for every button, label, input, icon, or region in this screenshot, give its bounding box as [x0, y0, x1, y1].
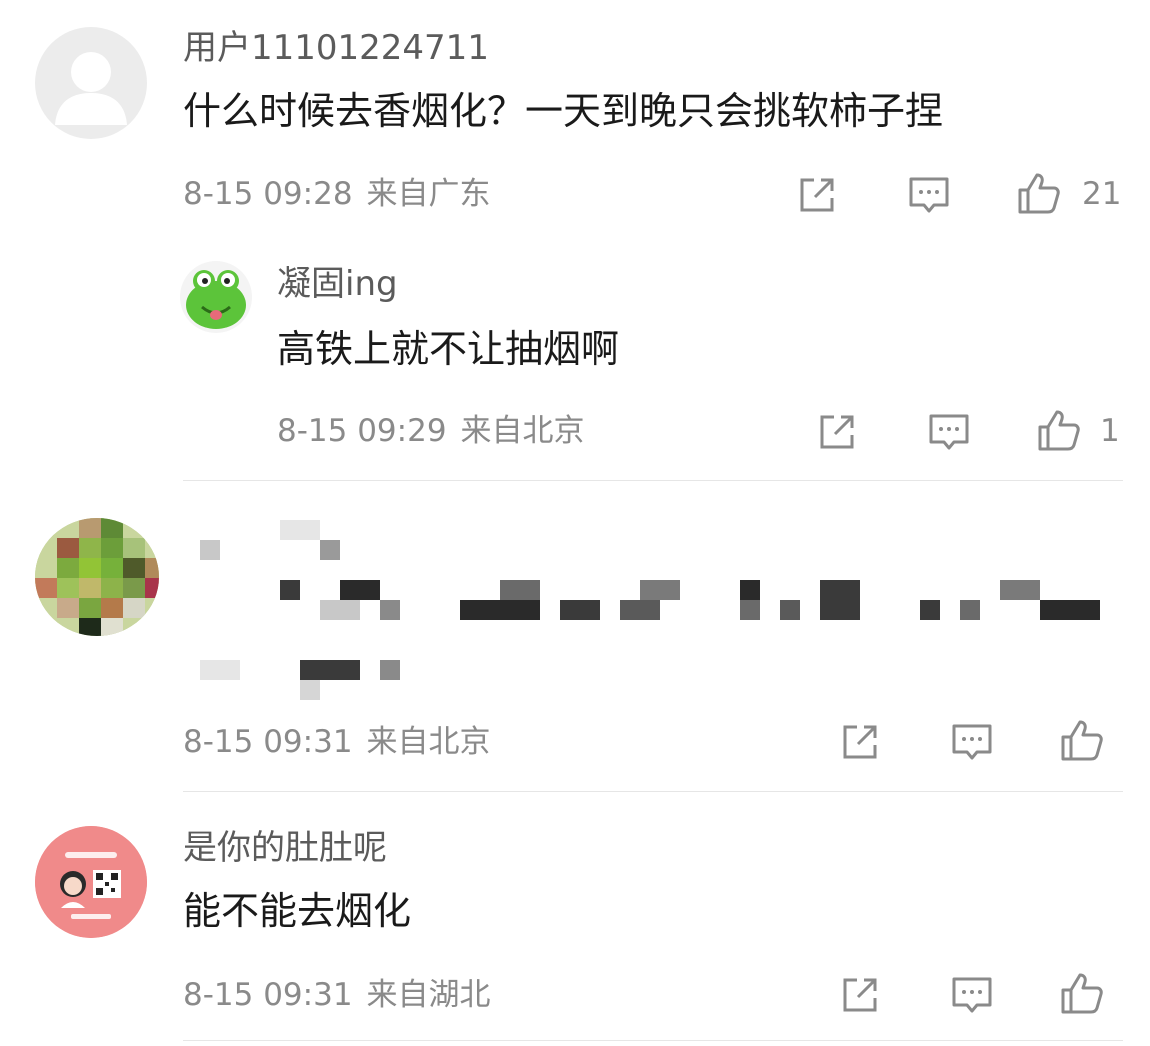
comment-date: 8-15 09:31: [183, 724, 353, 760]
comment-meta: 8-15 09:31 来自湖北: [183, 977, 491, 1013]
divider: [183, 1040, 1123, 1041]
comment-username[interactable]: 凝固ing: [277, 264, 398, 304]
comment-date: 8-15 09:31: [183, 977, 353, 1013]
comment-location: 来自北京: [460, 413, 585, 449]
avatar-default[interactable]: [35, 27, 147, 139]
like-icon[interactable]: [1060, 971, 1104, 1015]
pixelated-avatar-icon: [35, 518, 159, 636]
share-icon[interactable]: [815, 410, 859, 454]
comment-text: 能不能去烟化: [183, 889, 412, 933]
like-count: 21: [1082, 176, 1122, 212]
reply-icon[interactable]: [927, 410, 971, 454]
comment-meta: 8-15 09:29 来自北京: [277, 413, 585, 449]
avatar-frog[interactable]: [180, 261, 252, 333]
pink-sticker-icon: [35, 826, 147, 938]
like-icon[interactable]: [1037, 408, 1081, 452]
comment-text: 什么时候去香烟化？一天到晚只会挑软柿子捏: [183, 89, 944, 133]
divider: [183, 480, 1123, 481]
divider: [183, 791, 1123, 792]
frog-icon: [186, 270, 246, 329]
like-count: 1: [1100, 413, 1120, 449]
like-icon[interactable]: [1017, 171, 1061, 215]
comment-date: 8-15 09:28: [183, 176, 353, 212]
comment-username[interactable]: 用户11101224711: [183, 28, 489, 68]
comment-meta: 8-15 09:31 来自北京: [183, 724, 491, 760]
reply-icon[interactable]: [950, 720, 994, 764]
comment-username[interactable]: 是你的肚肚呢: [183, 828, 387, 868]
like-icon[interactable]: [1060, 718, 1104, 762]
share-icon[interactable]: [838, 720, 882, 764]
share-icon[interactable]: [838, 973, 882, 1017]
share-icon[interactable]: [795, 173, 839, 217]
comment-location: 来自湖北: [366, 977, 491, 1013]
avatar-pink-sticker[interactable]: [35, 826, 147, 938]
comment-meta: 8-15 09:28 来自广东: [183, 176, 491, 212]
comment-text: 高铁上就不让抽烟啊: [277, 327, 620, 371]
reply-icon[interactable]: [950, 973, 994, 1017]
comment-date: 8-15 09:29: [277, 413, 447, 449]
comment-location: 来自北京: [366, 724, 491, 760]
comment-location: 来自广东: [366, 176, 491, 212]
reply-icon[interactable]: [907, 173, 951, 217]
avatar-pixelated[interactable]: [35, 518, 159, 636]
default-user-icon: [55, 52, 127, 125]
pixelated-text: [195, 520, 1125, 700]
